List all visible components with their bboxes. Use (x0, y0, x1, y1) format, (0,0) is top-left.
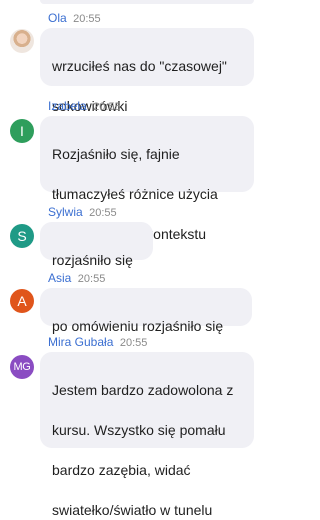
message-header: Ola 20:55 (48, 10, 101, 26)
message-bubble: Rozjaśniło się, fajnie tłumaczyłeś różni… (40, 116, 254, 242)
sender-name[interactable]: Izabela (48, 99, 87, 113)
avatar[interactable]: I (10, 119, 34, 143)
message-line: kursu. Wszystko się pomału (52, 422, 226, 438)
user-photo-icon[interactable] (10, 29, 34, 53)
message-header: Sylwia 20:55 (48, 204, 117, 220)
avatar-initials: A (17, 293, 27, 309)
message-bubble: po omówieniu rozjaśniło się (40, 288, 252, 334)
message-bubble: rozjaśniło się (40, 222, 153, 268)
message-line: rozjaśniło się (52, 252, 133, 268)
avatar-initials: MG (13, 361, 31, 373)
message-line: tłumaczyłeś różnice użycia (52, 186, 218, 202)
message-line: wrzuciłeś nas do "czasowej" (52, 58, 227, 74)
message-line: Rozjaśniło się, fajnie (52, 146, 180, 162)
avatar-initials: S (17, 228, 27, 244)
avatar[interactable]: A (10, 289, 34, 313)
message-timestamp: 20:55 (93, 101, 121, 113)
sender-name[interactable]: Asia (48, 271, 71, 285)
sender-name[interactable]: Sylwia (48, 205, 83, 219)
message-header: Izabela 20:55 (48, 98, 121, 114)
message-timestamp: 20:55 (73, 13, 101, 25)
avatar[interactable]: S (10, 224, 34, 248)
sender-name[interactable]: Ola (48, 11, 67, 25)
message-bubble: Jestem bardzo zadowolona z kursu. Wszyst… (40, 352, 254, 518)
previous-message-bubble (40, 0, 254, 4)
message-line: bardzo zazębia, widać (52, 462, 191, 478)
message-line: swiatełko/światło w tunelu (52, 502, 213, 518)
message-timestamp: 20:55 (77, 273, 106, 285)
message-line: po omówieniu rozjaśniło się (52, 318, 224, 334)
message-timestamp: 20:55 (119, 337, 148, 349)
message-header: Asia 20:55 (48, 270, 105, 286)
message-header: Mira Gubała 20:55 (48, 334, 147, 350)
message-line: Jestem bardzo zadowolona z (52, 382, 234, 398)
avatar-initials: I (20, 123, 24, 139)
message-bubble: wrzuciłeś nas do "czasowej" sokowirówki (40, 28, 254, 133)
message-timestamp: 20:55 (89, 207, 117, 219)
avatar[interactable]: MG (10, 355, 34, 379)
sender-name[interactable]: Mira Gubała (48, 335, 113, 349)
